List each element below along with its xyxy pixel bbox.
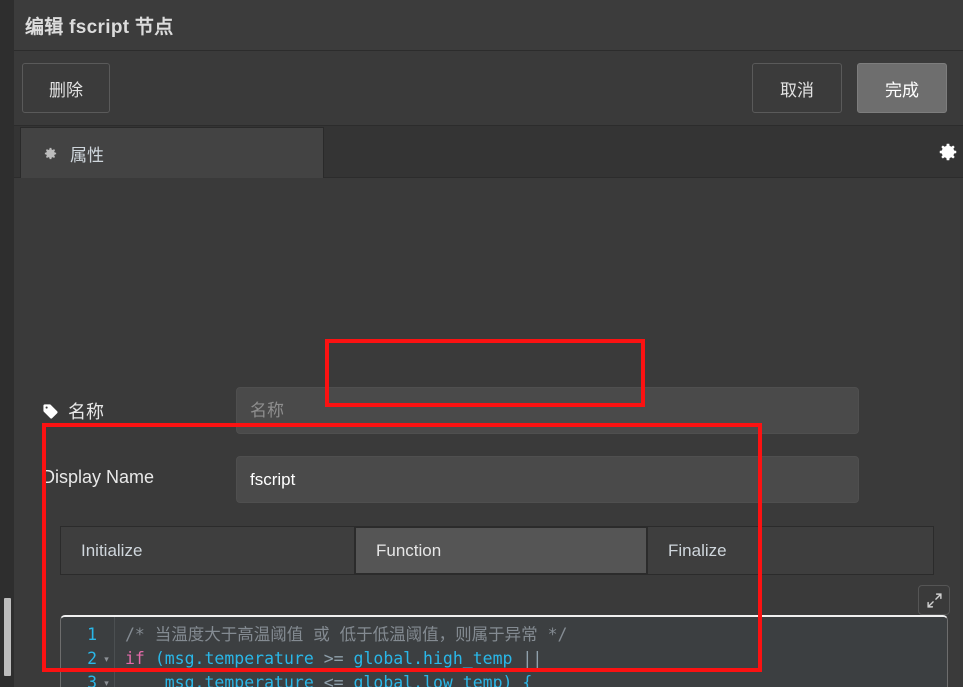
code-rows: /* 当温度大于高温阈值 或 低于低温阈值，则属于异常 */ if (msg.t… — [125, 623, 947, 687]
done-button[interactable]: 完成 — [857, 63, 947, 113]
display-name-label: Display Name — [42, 467, 155, 487]
name-field-label-group: 名称 — [42, 398, 104, 424]
editor-canvas-strip — [0, 0, 15, 687]
expand-editor-button[interactable] — [918, 585, 950, 615]
tab-finalize[interactable]: Finalize — [647, 527, 933, 574]
code-line: msg.temperature <= global.low_temp) { — [164, 673, 533, 687]
dialog-button-bar: 删除 取消 完成 — [14, 51, 963, 126]
dialog-titlebar: 编辑 fscript 节点 — [14, 0, 963, 51]
gutter-row: 2 ▾ — [61, 647, 114, 671]
code-line: /* 当温度大于高温阈值 或 低于低温阈值，则属于异常 */ — [125, 625, 568, 644]
delete-button[interactable]: 删除 — [22, 63, 110, 113]
tab-initialize[interactable]: Initialize — [61, 527, 355, 574]
line-number: 3 — [87, 673, 97, 687]
code-line: if (msg.temperature >= global.high_temp … — [125, 649, 543, 668]
dialog-root: 编辑 fscript 节点 删除 取消 完成 属性 名称 名称 Display … — [0, 0, 963, 687]
code-text-area[interactable]: /* 当温度大于高温阈值 或 低于低温阈值，则属于异常 */ if (msg.t… — [115, 617, 947, 687]
edit-node-dialog: 编辑 fscript 节点 删除 取消 完成 属性 名称 名称 Display … — [14, 0, 963, 687]
line-number: 2 — [87, 649, 97, 668]
dialog-tabbar: 属性 — [14, 126, 963, 178]
tag-icon — [42, 403, 59, 420]
properties-form: 名称 Display Name Initialize Function Fina… — [14, 178, 963, 687]
gutter-row: 1 — [61, 623, 114, 647]
script-section-tabs: Initialize Function Finalize — [60, 526, 934, 575]
gutter-row: 3 ▾ — [61, 671, 114, 687]
page-title: 编辑 fscript 节点 — [25, 17, 174, 38]
line-number: 1 — [87, 625, 97, 644]
code-gutter: 1 2▾ 3▾ 4 5 6▾ 7 8 9▴ — [61, 617, 115, 687]
code-editor[interactable]: 1 2▾ 3▾ 4 5 6▾ 7 8 9▴ /* 当温度大于高温阈值 或 低于低… — [60, 615, 948, 687]
fold-marker[interactable]: ▾ — [101, 647, 112, 671]
name-field-label: 名称 — [68, 402, 104, 422]
gutter-rows: 1 2▾ 3▾ 4 5 6▾ 7 8 9▴ — [61, 623, 114, 687]
tab-function[interactable]: Function — [355, 527, 647, 574]
page-scrollbar-thumb[interactable] — [4, 598, 11, 676]
gear-icon — [43, 146, 58, 161]
expand-arrows-icon — [926, 592, 943, 609]
cancel-button[interactable]: 取消 — [752, 63, 842, 113]
tab-properties[interactable]: 属性 — [20, 127, 324, 178]
tab-properties-label: 属性 — [70, 145, 104, 165]
name-input[interactable] — [236, 387, 859, 434]
fold-marker[interactable]: ▾ — [101, 671, 112, 687]
gear-icon — [937, 141, 959, 163]
settings-gear-button[interactable] — [930, 134, 963, 170]
display-name-input[interactable] — [236, 456, 859, 503]
